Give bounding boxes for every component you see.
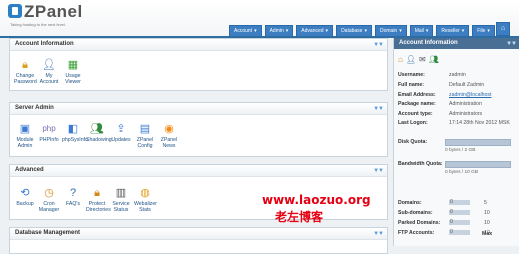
module-module-admin[interactable]: ▣ Module Admin bbox=[14, 123, 36, 149]
home-icon: ⌂ bbox=[500, 25, 506, 32]
rss-icon: ◉ bbox=[164, 123, 174, 135]
php-icon: php bbox=[42, 124, 56, 133]
chevron-down-icon: ▾ bbox=[487, 28, 490, 34]
collapse-toggle-icon[interactable]: ▼▼ bbox=[373, 231, 384, 237]
usage-row-ftp-accounts: FTP Accounts: 0 10 bbox=[398, 229, 490, 236]
panel-server-admin: Server Admin ▼▼ ▣ Module Admin php PHPInfo… bbox=[9, 102, 388, 157]
disk-quota-bar bbox=[445, 139, 511, 146]
panel-header[interactable]: Database Management ▼▼ bbox=[10, 228, 387, 240]
arrow-up-icon: ⇪ bbox=[116, 123, 126, 135]
panel-advanced: Advanced ▼▼ ⟲ Backup ◷ Cron Manager ? FAQ's… bbox=[9, 164, 388, 220]
disk-quota-text: 0 bytes / 2 GB bbox=[445, 148, 476, 153]
chevron-down-icon: ▾ bbox=[461, 28, 465, 34]
info-fullname: Full name: Default Zadmin bbox=[398, 82, 485, 88]
panel-account-information: Account Information ▼▼ 🔒︎ Change Password… bbox=[9, 38, 388, 91]
user-icon: 👤︎ bbox=[42, 59, 56, 71]
chart-icon: ▦ bbox=[67, 59, 79, 71]
info-last-logon: Last Logon: 17:14 28th Nov 2012 MSK bbox=[398, 120, 510, 126]
sysinfo-icon: ◧ bbox=[67, 123, 79, 135]
bandwidth-quota-text: 0 bytes / 10 GB bbox=[445, 170, 479, 175]
info-account-type: Account type: Administrators bbox=[398, 111, 483, 117]
module-zpanel-news[interactable]: ◉ ZPanel News bbox=[158, 123, 180, 149]
usage-row-subdomains: Sub-domains: 0 10 bbox=[398, 209, 490, 216]
info-package: Package name: Administration bbox=[398, 101, 482, 107]
panel-title: Database Management bbox=[15, 230, 81, 236]
user-icon[interactable]: 👤︎ bbox=[406, 55, 416, 64]
sidebar-account-information: Account Information ▼▼ ⌂ 👤︎ ✉ 👥︎ Usernam… bbox=[393, 38, 519, 246]
collapse-toggle-icon[interactable]: ▼▼ bbox=[373, 106, 384, 112]
users-icon[interactable]: 👥︎ bbox=[429, 55, 439, 64]
module-phpinfo[interactable]: php PHPInfo bbox=[38, 123, 60, 149]
question-icon: ? bbox=[69, 187, 77, 199]
module-zpanel-config[interactable]: ▤ ZPanel Config bbox=[134, 123, 156, 149]
module-shadowing[interactable]: 👥︎ Shadowing bbox=[86, 123, 112, 149]
usage-row-parked-domains: Parked Domains: 0 10 bbox=[398, 219, 490, 226]
panel-header[interactable]: Server Admin ▼▼ bbox=[10, 103, 387, 115]
info-username: Username: zadmin bbox=[398, 72, 466, 78]
zpanel-logo-icon bbox=[8, 4, 22, 18]
brand-tagline: Taking hosting to the next level. bbox=[10, 22, 66, 27]
panel-database-management: Database Management ▼▼ bbox=[9, 227, 388, 254]
module-usage-viewer[interactable]: ▦ Usage Viewer bbox=[62, 59, 84, 85]
chevron-down-icon: ▾ bbox=[254, 28, 257, 34]
module-protect-directories[interactable]: 🔒︎ Protect Directories bbox=[86, 187, 111, 213]
module-backup[interactable]: ⟲ Backup bbox=[14, 187, 36, 213]
chevron-down-icon: ▾ bbox=[399, 28, 402, 34]
module-cron-manager[interactable]: ◷ Cron Manager bbox=[38, 187, 60, 213]
panel-title: Advanced bbox=[15, 167, 44, 173]
clock-icon: ◷ bbox=[44, 187, 54, 199]
collapse-toggle-icon[interactable]: ▼▼ bbox=[373, 42, 384, 48]
lock-icon: 🔒︎ bbox=[22, 59, 28, 71]
panel-title: Account Information bbox=[15, 41, 74, 47]
lock-folder-icon: 🔒︎ bbox=[94, 187, 100, 199]
module-change-password[interactable]: 🔒︎ Change Password bbox=[14, 59, 37, 85]
backup-icon: ⟲ bbox=[20, 187, 30, 199]
chevron-down-icon: ▾ bbox=[364, 28, 367, 34]
brand-name: ZPanel bbox=[24, 2, 83, 21]
mail-icon[interactable]: ✉ bbox=[419, 55, 426, 64]
module-updates[interactable]: ⇪ Updates bbox=[110, 123, 132, 149]
info-email: Email Address: zadmin@localhost bbox=[398, 92, 492, 98]
modules-icon: ▣ bbox=[19, 123, 31, 135]
sidebar-quick-icons: ⌂ 👤︎ ✉ 👥︎ bbox=[394, 49, 519, 64]
watermark-cn: 老左博客 bbox=[275, 210, 324, 224]
header: ZPanel Taking hosting to the next level.… bbox=[0, 0, 519, 37]
bandwidth-quota-bar bbox=[445, 161, 511, 168]
collapse-toggle-icon[interactable]: ▼▼ bbox=[373, 168, 384, 174]
usage-row-domains: Domains: 0 5 bbox=[398, 199, 487, 206]
module-service-status[interactable]: ▥ Service Status bbox=[110, 187, 132, 213]
sidebar-header[interactable]: Account Information ▼▼ bbox=[394, 38, 519, 49]
collapse-toggle-icon[interactable]: ▼▼ bbox=[506, 41, 517, 47]
watermark-url: www.laozuo.org bbox=[262, 193, 371, 207]
users-icon: 👥︎ bbox=[90, 123, 104, 135]
module-webalizer-stats[interactable]: ◍ Webalizer Stats bbox=[134, 187, 157, 213]
sidebar-title: Account Information bbox=[399, 40, 458, 46]
home-icon[interactable]: ⌂ bbox=[398, 55, 403, 64]
globe-icon: ◍ bbox=[140, 187, 150, 199]
config-icon: ▤ bbox=[139, 123, 151, 135]
panel-title: Server Admin bbox=[15, 105, 54, 111]
module-faqs[interactable]: ? FAQ's bbox=[62, 187, 84, 213]
module-phpsysinfo[interactable]: ◧ phpSysInfo bbox=[62, 123, 88, 149]
server-icon: ▥ bbox=[115, 187, 127, 199]
bandwidth-quota-label: Bandwidth Quota: bbox=[398, 161, 443, 167]
home-button[interactable]: ⌂ bbox=[496, 22, 510, 36]
chevron-down-icon: ▾ bbox=[425, 28, 429, 34]
panel-header[interactable]: Account Information ▼▼ bbox=[10, 39, 387, 51]
chevron-down-icon: ▾ bbox=[285, 28, 289, 34]
chevron-down-icon: ▾ bbox=[325, 28, 329, 34]
module-my-account[interactable]: 👤︎ My Account bbox=[38, 59, 60, 85]
email-link[interactable]: zadmin@localhost bbox=[449, 92, 491, 98]
disk-quota-label: Disk Quota: bbox=[398, 139, 428, 145]
panel-header[interactable]: Advanced ▼▼ bbox=[10, 165, 387, 177]
